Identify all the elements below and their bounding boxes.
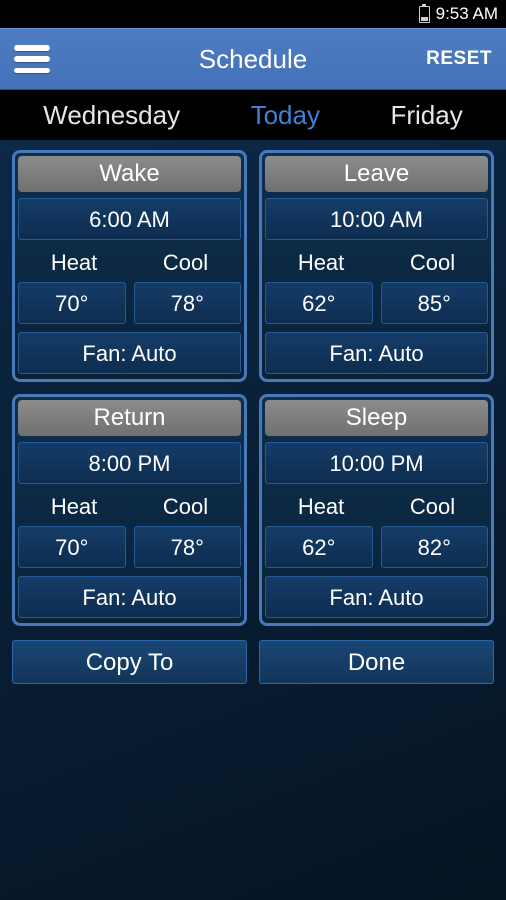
heat-label: Heat	[298, 250, 344, 276]
fan-button[interactable]: Fan: Auto	[18, 332, 241, 374]
heat-temp-button[interactable]: 62°	[265, 282, 373, 324]
reset-button[interactable]: RESET	[426, 48, 492, 70]
period-card-return: Return 8:00 PM Heat Cool 70° 78° Fan: Au…	[12, 394, 247, 626]
time-button[interactable]: 10:00 PM	[265, 442, 488, 484]
period-card-leave: Leave 10:00 AM Heat Cool 62° 85° Fan: Au…	[259, 150, 494, 382]
time-button[interactable]: 8:00 PM	[18, 442, 241, 484]
menu-icon[interactable]	[14, 45, 50, 73]
tab-prev-day[interactable]: Wednesday	[43, 100, 180, 131]
app-toolbar: Schedule RESET	[0, 28, 506, 90]
heat-temp-button[interactable]: 70°	[18, 526, 126, 568]
heat-temp-button[interactable]: 70°	[18, 282, 126, 324]
tab-today[interactable]: Today	[251, 100, 320, 131]
heat-label: Heat	[51, 494, 97, 520]
period-card-sleep: Sleep 10:00 PM Heat Cool 62° 82° Fan: Au…	[259, 394, 494, 626]
fan-button[interactable]: Fan: Auto	[265, 332, 488, 374]
cool-temp-button[interactable]: 82°	[381, 526, 489, 568]
cool-temp-button[interactable]: 78°	[134, 282, 242, 324]
heat-temp-button[interactable]: 62°	[265, 526, 373, 568]
heat-label: Heat	[298, 494, 344, 520]
cool-label: Cool	[410, 250, 455, 276]
page-title: Schedule	[199, 44, 307, 75]
copy-to-button[interactable]: Copy To	[12, 640, 247, 684]
fan-button[interactable]: Fan: Auto	[18, 576, 241, 618]
time-button[interactable]: 6:00 AM	[18, 198, 241, 240]
heat-label: Heat	[51, 250, 97, 276]
schedule-content: Wake 6:00 AM Heat Cool 70° 78° Fan: Auto…	[0, 140, 506, 900]
cool-label: Cool	[163, 250, 208, 276]
fan-button[interactable]: Fan: Auto	[265, 576, 488, 618]
cool-label: Cool	[163, 494, 208, 520]
cool-temp-button[interactable]: 85°	[381, 282, 489, 324]
cool-label: Cool	[410, 494, 455, 520]
done-button[interactable]: Done	[259, 640, 494, 684]
android-status-bar: 9:53 AM	[0, 0, 506, 28]
status-clock: 9:53 AM	[436, 4, 498, 24]
time-button[interactable]: 10:00 AM	[265, 198, 488, 240]
period-title: Sleep	[265, 400, 488, 436]
battery-icon	[419, 6, 430, 23]
cool-temp-button[interactable]: 78°	[134, 526, 242, 568]
period-title: Wake	[18, 156, 241, 192]
tab-next-day[interactable]: Friday	[390, 100, 462, 131]
period-card-wake: Wake 6:00 AM Heat Cool 70° 78° Fan: Auto	[12, 150, 247, 382]
day-tabs: Wednesday Today Friday	[0, 90, 506, 140]
period-title: Return	[18, 400, 241, 436]
period-title: Leave	[265, 156, 488, 192]
